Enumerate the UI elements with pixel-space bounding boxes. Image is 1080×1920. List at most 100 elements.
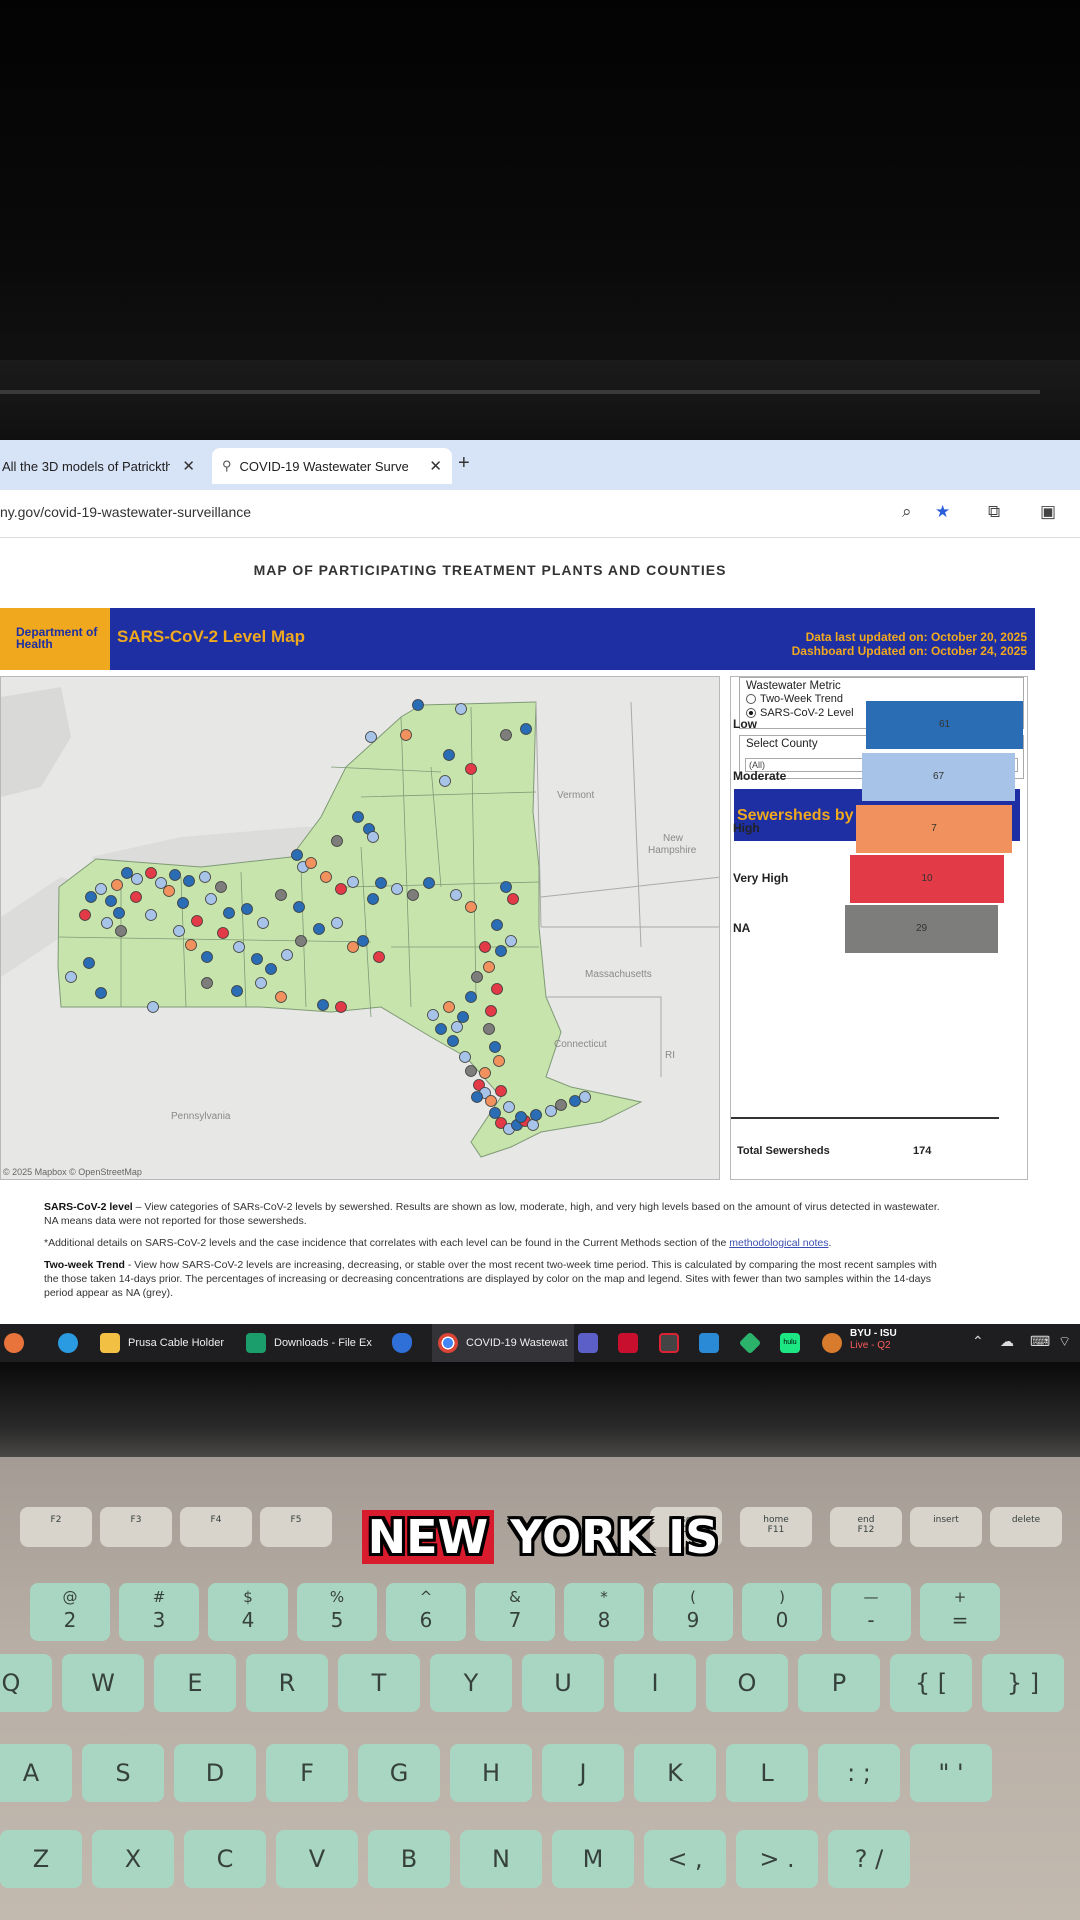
sewershed-marker-moderate[interactable] [367,831,379,843]
sewershed-marker-na[interactable] [483,1023,495,1035]
sewershed-marker-moderate[interactable] [347,876,359,888]
sewershed-marker-very-high[interactable] [507,893,519,905]
sewershed-marker-moderate[interactable] [503,1101,515,1113]
sewershed-marker-low[interactable] [520,723,532,735]
letter-key[interactable]: J [542,1744,624,1802]
letter-key[interactable]: G [358,1744,440,1802]
sewershed-marker-low[interactable] [95,987,107,999]
tab-covid-wastewater[interactable]: ⚲ COVID-19 Wastewater Surveilla ✕ [212,448,452,484]
letter-key[interactable]: T [338,1654,420,1712]
sewershed-marker-na[interactable] [471,971,483,983]
sewershed-marker-very-high[interactable] [465,763,477,775]
letter-key[interactable]: P [798,1654,880,1712]
sewershed-marker-very-high[interactable] [495,1085,507,1097]
keyboard-icon[interactable]: ⌨ [1030,1333,1050,1350]
sewershed-marker-low[interactable] [471,1091,483,1103]
sewershed-marker-low[interactable] [357,935,369,947]
sewershed-marker-low[interactable] [85,891,97,903]
sewershed-marker-na[interactable] [201,977,213,989]
sewershed-marker-moderate[interactable] [455,703,467,715]
teams-icon[interactable] [578,1333,598,1353]
sewershed-marker-low[interactable] [435,1023,447,1035]
chevron-up-icon[interactable]: ⌃ [972,1333,984,1350]
sewershed-marker-high[interactable] [185,939,197,951]
sewershed-marker-moderate[interactable] [145,909,157,921]
sewershed-marker-na[interactable] [331,835,343,847]
letter-key[interactable]: H [450,1744,532,1802]
letter-key[interactable]: I [614,1654,696,1712]
sewershed-marker-moderate[interactable] [579,1091,591,1103]
sewershed-marker-moderate[interactable] [505,935,517,947]
sewershed-marker-low[interactable] [291,849,303,861]
sewershed-marker-low[interactable] [201,951,213,963]
sewershed-marker-high[interactable] [483,961,495,973]
taskbar-item-downloads[interactable]: Downloads - File Ex [246,1324,372,1362]
sewershed-marker-low[interactable] [489,1041,501,1053]
sewershed-marker-moderate[interactable] [281,949,293,961]
sewershed-marker-moderate[interactable] [439,775,451,787]
letter-key[interactable]: R [246,1654,328,1712]
tab-3d-models[interactable]: All the 3D models of Patrickthe ✕ [0,448,205,484]
sewershed-marker-low[interactable] [223,907,235,919]
sewershed-map[interactable]: Vermont New Hampshire Massachusetts Conn… [0,676,720,1180]
sewershed-marker-low[interactable] [169,869,181,881]
level-bar[interactable]: 29 [845,905,998,953]
number-key[interactable]: ) 0 [742,1583,822,1641]
methodological-notes-link[interactable]: methodological notes [729,1237,828,1249]
cloud-icon[interactable]: ☁ [1000,1333,1014,1350]
sewershed-marker-moderate[interactable] [451,1021,463,1033]
letter-key[interactable]: F [266,1744,348,1802]
sewershed-marker-low[interactable] [530,1109,542,1121]
letter-key[interactable]: S [82,1744,164,1802]
sewershed-marker-moderate[interactable] [131,873,143,885]
sewershed-marker-na[interactable] [295,935,307,947]
letter-key[interactable]: N [460,1830,542,1888]
sewershed-marker-moderate[interactable] [155,877,167,889]
sewershed-marker-na[interactable] [215,881,227,893]
letter-key[interactable]: U [522,1654,604,1712]
number-key[interactable]: (9 [653,1583,733,1641]
new-tab-icon[interactable]: + [458,452,470,475]
letter-key[interactable]: X [92,1830,174,1888]
letter-key[interactable]: > . [736,1830,818,1888]
sewershed-marker-high[interactable] [479,1067,491,1079]
hulu-icon[interactable]: hulu [780,1333,800,1353]
sewershed-marker-low[interactable] [265,963,277,975]
level-bar[interactable]: 7 [856,805,1012,853]
extensions-icon[interactable]: ⧉ [988,502,1000,522]
sewershed-marker-low[interactable] [83,957,95,969]
sewershed-marker-moderate[interactable] [331,917,343,929]
letter-key[interactable]: E [154,1654,236,1712]
letter-key[interactable]: M [552,1830,634,1888]
taskbar-item-chrome[interactable]: COVID-19 Wastewat [432,1324,574,1362]
taskbar-item-prusa[interactable]: Prusa Cable Holder [100,1324,224,1362]
number-key[interactable]: % 5 [297,1583,377,1641]
sewershed-marker-low[interactable] [569,1095,581,1107]
sewershed-marker-moderate[interactable] [147,1001,159,1013]
number-key[interactable]: + = [920,1583,1000,1641]
sewershed-marker-na[interactable] [407,889,419,901]
sewershed-marker-very-high[interactable] [79,909,91,921]
sewershed-marker-high[interactable] [347,941,359,953]
sewershed-marker-moderate[interactable] [199,871,211,883]
sewershed-marker-high[interactable] [443,1001,455,1013]
letter-key[interactable]: Z [0,1830,82,1888]
number-key[interactable]: & 7 [475,1583,555,1641]
sewershed-marker-moderate[interactable] [427,1009,439,1021]
letter-key[interactable]: ? / [828,1830,910,1888]
sewershed-marker-high[interactable] [111,879,123,891]
sewershed-marker-moderate[interactable] [233,941,245,953]
sewershed-marker-low[interactable] [375,877,387,889]
sports-widget[interactable]: BYU - ISU Live - Q2 [850,1328,897,1352]
sewershed-marker-moderate[interactable] [545,1105,557,1117]
sewershed-points-layer[interactable] [1,677,720,1180]
bookmark-star-icon[interactable]: ★ [935,502,950,522]
letter-key[interactable]: L [726,1744,808,1802]
sewershed-marker-low[interactable] [489,1107,501,1119]
sewershed-marker-moderate[interactable] [527,1119,539,1131]
app-icon[interactable] [4,1333,24,1353]
sewershed-marker-moderate[interactable] [101,917,113,929]
letter-key[interactable]: Y [430,1654,512,1712]
sewershed-marker-moderate[interactable] [205,893,217,905]
sewershed-marker-low[interactable] [113,907,125,919]
